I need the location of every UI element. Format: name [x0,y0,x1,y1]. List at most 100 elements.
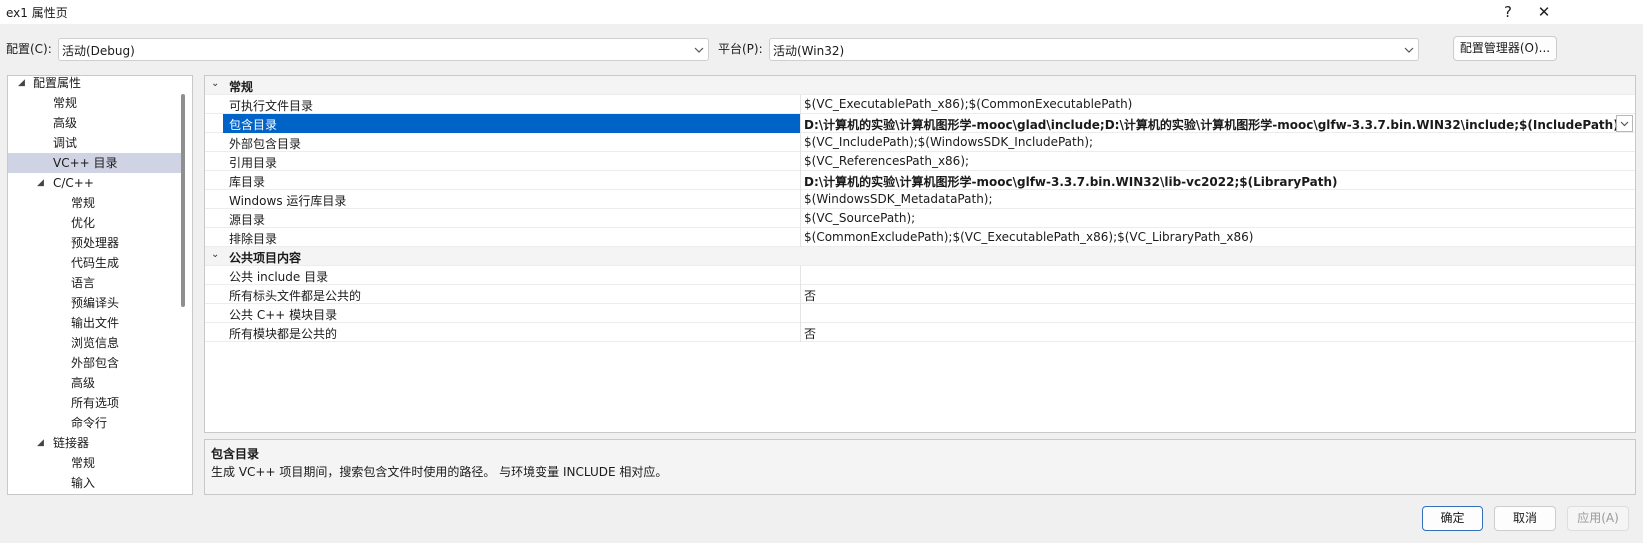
property-name: Windows 运行库目录 [229,194,347,208]
tree-item[interactable]: 调试 [8,133,182,153]
tree-item[interactable]: ◢ 配置属性 [8,76,182,93]
property-value[interactable]: $(VC_SourcePath); [804,211,915,225]
config-select-value: 活动(Debug) [62,44,135,58]
tree-item[interactable]: 高级 [8,373,182,393]
cancel-button[interactable]: 取消 [1494,506,1556,531]
tree-item-label: 常规 [71,196,96,210]
property-tree: ◢ 配置属性 常规 高级 调试 VC++ 目录 ◢ C/C++ 常规 优化 预处理器 代码生成 语言 预编… [7,75,193,495]
grid-category[interactable]: ⌄ 常规 [205,76,1635,95]
tree-item-label: 高级 [53,116,78,130]
tree-item-label: 语言 [71,276,96,290]
config-select[interactable]: 活动(Debug) [58,38,709,61]
grid-row[interactable]: 外部包含目录 $(VC_IncludePath);$(WindowsSDK_Inc… [205,133,1635,152]
grid-category-label: 公共项目内容 [229,251,302,265]
grid-row[interactable]: 所有标头文件都是公共的 否 [205,285,1635,304]
tree-scrollbar[interactable] [181,94,185,307]
help-button[interactable]: ? [1497,2,1519,22]
property-value[interactable]: $(VC_IncludePath);$(WindowsSDK_IncludePa… [804,135,1093,149]
tree-item[interactable]: 输入 [8,473,182,493]
description-panel: 包含目录 生成 VC++ 项目期间，搜索包含文件时使用的路径。 与环境变量 IN… [204,439,1636,495]
property-name: 所有模块都是公共的 [229,327,338,341]
tree-item[interactable]: 常规 [8,93,182,113]
tree-item[interactable]: 所有选项 [8,393,182,413]
property-name: 外部包含目录 [229,137,302,151]
grid-row[interactable]: 库目录 D:\计算机的实验\计算机图形学-mooc\glfw-3.3.7.bin.… [205,171,1635,190]
tree-item[interactable]: 预处理器 [8,233,182,253]
tree-item[interactable]: ◢ C/C++ [8,173,182,193]
grid-row[interactable]: 所有模块都是公共的 否 [205,323,1635,342]
tree-item-label: 优化 [71,216,96,230]
column-divider [800,228,801,247]
window-title: ex1 属性页 [6,6,68,20]
description-title: 包含目录 [211,447,260,461]
column-divider [800,152,801,171]
property-value[interactable]: $(VC_ExecutablePath_x86);$(CommonExecuta… [804,97,1132,111]
close-button[interactable]: ✕ [1533,2,1555,22]
property-name: 所有标头文件都是公共的 [229,289,362,303]
property-name: 公共 C++ 模块目录 [229,308,338,322]
tree-item-label: 输入 [71,476,96,490]
tree-item[interactable]: 外部包含 [8,353,182,373]
property-name: 引用目录 [229,156,278,170]
apply-button[interactable]: 应用(A) [1567,506,1629,531]
tree-item[interactable]: 优化 [8,213,182,233]
chevron-down-icon[interactable]: ⌄ [211,249,219,260]
tree-item[interactable]: 命令行 [8,413,182,433]
property-value[interactable]: 否 [804,287,816,304]
tree-item[interactable]: 代码生成 [8,253,182,273]
tree-item[interactable]: 常规 [8,453,182,473]
value-dropdown-button[interactable] [1616,115,1633,132]
grid-row[interactable]: Windows 运行库目录 $(WindowsSDK_MetadataPath); [205,190,1635,209]
config-manager-button[interactable]: 配置管理器(O)... [1453,36,1557,61]
tree-item[interactable]: 语言 [8,273,182,293]
property-value[interactable]: $(VC_ReferencesPath_x86); [804,154,969,168]
grid-row[interactable]: 引用目录 $(VC_ReferencesPath_x86); [205,152,1635,171]
tree-item-label: 输出文件 [71,316,120,330]
property-name: 排除目录 [229,232,278,246]
tree-collapse-icon[interactable]: ◢ [37,173,47,193]
tree-item-label: 预处理器 [71,236,120,250]
platform-select[interactable]: 活动(Win32) [769,38,1419,61]
column-divider [800,266,801,285]
tree-item[interactable]: 预编译头 [8,293,182,313]
grid-category-label: 常规 [229,80,254,94]
column-divider [800,285,801,304]
property-name: 源目录 [229,213,266,227]
tree-item-label: 浏览信息 [71,336,120,350]
tree-item-label: 高级 [71,376,96,390]
property-value[interactable]: 否 [804,325,816,342]
tree-item-label: 命令行 [71,416,108,430]
tree-item-label: 所有选项 [71,396,120,410]
column-divider [800,209,801,228]
column-divider [800,133,801,152]
chevron-down-icon [694,47,704,53]
column-divider [800,323,801,342]
grid-row[interactable]: 公共 include 目录 [205,266,1635,285]
property-value[interactable]: D:\计算机的实验\计算机图形学-mooc\glfw-3.3.7.bin.WIN… [804,173,1338,190]
property-value[interactable]: D:\计算机的实验\计算机图形学-mooc\glad\include;D:\计算… [804,116,1619,133]
platform-select-value: 活动(Win32) [773,44,845,58]
tree-item[interactable]: ◢ 链接器 [8,433,182,453]
property-value[interactable]: $(CommonExcludePath);$(VC_ExecutablePath… [804,230,1253,244]
tree-item[interactable]: 浏览信息 [8,333,182,353]
property-grid: ⌄ 常规可执行文件目录 $(VC_ExecutablePath_x86);$(Com… [204,75,1636,433]
property-value[interactable]: $(WindowsSDK_MetadataPath); [804,192,993,206]
grid-category[interactable]: ⌄ 公共项目内容 [205,247,1635,266]
tree-item[interactable]: 常规 [8,193,182,213]
chevron-down-icon[interactable]: ⌄ [211,78,219,89]
column-divider [800,95,801,114]
grid-row[interactable]: 排除目录 $(CommonExcludePath);$(VC_Executable… [205,228,1635,247]
property-name: 可执行文件目录 [229,99,314,113]
tree-collapse-icon[interactable]: ◢ [37,433,47,453]
tree-item[interactable]: 高级 [8,113,182,133]
tree-item[interactable]: VC++ 目录 [8,153,182,173]
config-label: 配置(C): [6,42,52,56]
grid-row[interactable]: 包含目录 D:\计算机的实验\计算机图形学-mooc\glad\include;D… [205,114,1635,133]
grid-row[interactable]: 源目录 $(VC_SourcePath); [205,209,1635,228]
tree-item[interactable]: 输出文件 [8,313,182,333]
grid-row[interactable]: 可执行文件目录 $(VC_ExecutablePath_x86);$(Common… [205,95,1635,114]
property-name: 包含目录 [229,118,278,132]
ok-button[interactable]: 确定 [1422,506,1483,531]
grid-row[interactable]: 公共 C++ 模块目录 [205,304,1635,323]
tree-collapse-icon[interactable]: ◢ [18,76,28,93]
